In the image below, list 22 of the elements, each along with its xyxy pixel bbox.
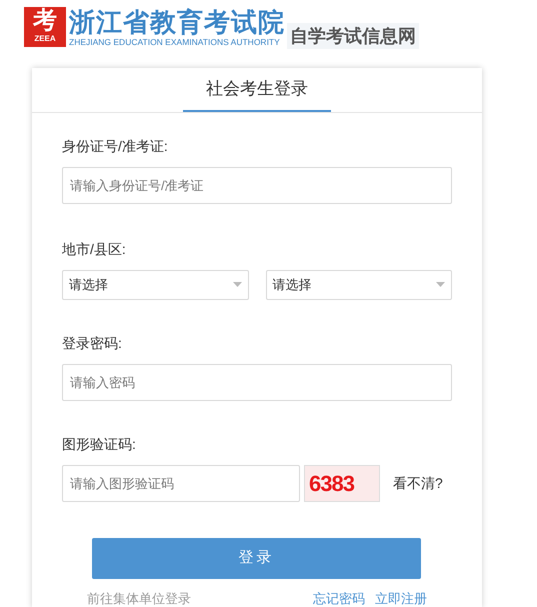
field-label: 身份证号/准考证:	[62, 136, 169, 156]
input-field[interactable]: 请输入身份证号/准考证	[62, 166, 452, 204]
input-field[interactable]: 请输入密码	[62, 364, 452, 400]
group-login-link[interactable]: 前往集体单位登录	[87, 588, 191, 607]
captcha-image[interactable]: 6383	[304, 464, 380, 502]
caret-icon	[436, 282, 445, 287]
field-label: 图形验证码:	[62, 434, 137, 454]
field-label: 地市/县区:	[62, 240, 127, 258]
refresh-captcha-link[interactable]: 看不清?	[393, 472, 443, 494]
input-field[interactable]: 请输入图形验证码	[62, 464, 300, 502]
register-link[interactable]: 立即注册	[375, 588, 427, 607]
forgot-password-link[interactable]: 忘记密码	[313, 588, 365, 607]
logo-icon: 考 ZEEA	[24, 7, 66, 47]
select-dropdown[interactable]: 请选择	[266, 270, 452, 300]
site-name: 自学考试信息网	[287, 23, 419, 49]
tab[interactable]: 社会考生登录	[183, 68, 331, 112]
site-subtitle: ZHEJIANG EDUCATION EXAMINATIONS AUTHORITY	[69, 37, 281, 47]
select-dropdown[interactable]: 请选择	[62, 270, 248, 300]
login-button[interactable]: 登录	[92, 538, 421, 578]
field-label: 登录密码:	[62, 334, 123, 352]
caret-icon	[232, 282, 242, 287]
site-title: 浙江省教育考试院	[69, 7, 285, 37]
